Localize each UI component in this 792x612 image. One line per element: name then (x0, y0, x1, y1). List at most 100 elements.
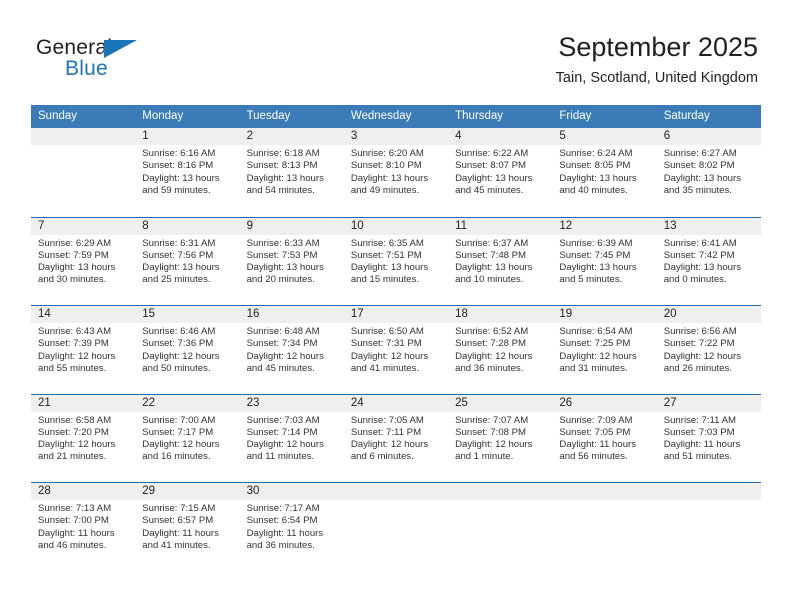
calendar-day-cell[interactable]: 13 Sunrise: 6:41 AM Sunset: 7:42 PM Dayligh… (656, 217, 761, 306)
weekday-header-sunday: Sunday (38, 110, 78, 122)
calendar-day-cell[interactable]: 17 Sunrise: 6:50 AM Sunset: 7:31 PM Dayligh… (343, 306, 449, 394)
calendar-day-cell[interactable]: 18 Sunrise: 6:52 AM Sunset: 7:28 PM Dayligh… (448, 306, 553, 394)
calendar-day-cell[interactable]: 26 Sunrise: 7:09 AM Sunset: 7:05 PM Dayligh… (552, 394, 657, 483)
calendar-day-cell[interactable]: 2 Sunrise: 6:18 AM Sunset: 8:13 PM Daylight… (239, 128, 344, 217)
daylight-text: Daylight: 12 hours and 26 minutes. (663, 350, 742, 374)
general-blue-logo[interactable]: General Blue (36, 36, 256, 86)
sunset-text: Sunset: 7:22 PM (663, 338, 735, 350)
calendar-day-cell[interactable]: 5 Sunrise: 6:24 AM Sunset: 8:05 PM Daylight… (552, 128, 657, 217)
sunset-text: Sunset: 7:39 PM (38, 338, 109, 350)
daylight-text: Daylight: 13 hours and 15 minutes. (350, 262, 429, 286)
daylight-text: Daylight: 12 hours and 16 minutes. (142, 439, 220, 463)
day-details: Sunrise: 6:52 AM Sunset: 7:28 PM Daylight:… (448, 323, 552, 375)
day-details: Sunrise: 7:00 AM Sunset: 7:17 PM Daylight:… (135, 412, 239, 464)
calendar-day-cell[interactable]: 4 Sunrise: 6:22 AM Sunset: 8:07 PM Daylight… (448, 128, 553, 217)
sunrise-text: Sunrise: 7:03 AM (246, 414, 320, 426)
daylight-text: Daylight: 13 hours and 45 minutes. (455, 172, 533, 196)
calendar-day-cell[interactable]: 30 Sunrise: 7:17 AM Sunset: 6:54 PM Dayligh… (239, 483, 344, 571)
calendar-day-cell[interactable]: 16 Sunrise: 6:48 AM Sunset: 7:34 PM Dayligh… (239, 306, 344, 394)
sunset-text: Sunset: 7:00 PM (38, 515, 109, 527)
daylight-text: Daylight: 11 hours and 36 minutes. (246, 527, 324, 551)
calendar-day-cell[interactable]: 28 Sunrise: 7:13 AM Sunset: 7:00 PM Dayligh… (31, 483, 136, 571)
day-details: Sunrise: 7:05 AM Sunset: 7:11 PM Daylight:… (344, 412, 448, 464)
calendar-day-cell[interactable]: 27 Sunrise: 7:11 AM Sunset: 7:03 PM Dayligh… (656, 394, 761, 483)
page-header: General Blue September 2025 Tain, Scotla… (0, 0, 792, 100)
sunset-text: Sunset: 7:20 PM (38, 426, 109, 438)
daylight-text: Daylight: 12 hours and 6 minutes. (350, 439, 429, 463)
calendar-day-cell-empty (656, 483, 761, 571)
calendar-day-cell[interactable]: 14 Sunrise: 6:43 AM Sunset: 7:39 PM Dayligh… (31, 306, 136, 394)
sunrise-text: Sunrise: 6:16 AM (142, 148, 216, 159)
day-details: Sunrise: 6:27 AM Sunset: 8:02 PM Daylight:… (657, 145, 761, 197)
calendar-day-cell[interactable]: 6 Sunrise: 6:27 AM Sunset: 8:02 PM Daylight… (656, 128, 761, 217)
weekday-header-tuesday: Tuesday (246, 110, 291, 122)
day-number: 30 (239, 483, 344, 500)
calendar-day-cell[interactable]: 9 Sunrise: 6:33 AM Sunset: 7:53 PM Daylight… (239, 217, 344, 306)
day-details: Sunrise: 7:03 AM Sunset: 7:14 PM Daylight:… (240, 412, 344, 464)
calendar-day-cell[interactable]: 11 Sunrise: 6:37 AM Sunset: 7:48 PM Dayligh… (448, 217, 553, 306)
calendar-day-cell[interactable]: 24 Sunrise: 7:05 AM Sunset: 7:11 PM Dayligh… (343, 394, 449, 483)
page-title: September 2025 (558, 32, 758, 62)
calendar-day-cell[interactable]: 25 Sunrise: 7:07 AM Sunset: 7:08 PM Dayligh… (448, 394, 553, 483)
day-details: Sunrise: 7:09 AM Sunset: 7:05 PM Daylight:… (552, 412, 656, 464)
day-details: Sunrise: 6:46 AM Sunset: 7:36 PM Daylight:… (135, 323, 239, 375)
daylight-text: Daylight: 12 hours and 41 minutes. (350, 350, 429, 374)
day-number: 17 (343, 306, 449, 323)
day-details: Sunrise: 7:07 AM Sunset: 7:08 PM Daylight:… (448, 412, 552, 464)
calendar-day-cell[interactable]: 8 Sunrise: 6:31 AM Sunset: 7:56 PM Daylight… (135, 217, 240, 306)
calendar-page: General Blue September 2025 Tain, Scotla… (0, 0, 792, 612)
calendar-day-cell[interactable]: 3 Sunrise: 6:20 AM Sunset: 8:10 PM Daylight… (343, 128, 449, 217)
day-details: Sunrise: 6:54 AM Sunset: 7:25 PM Daylight:… (552, 323, 656, 375)
day-number: 1 (135, 128, 240, 145)
calendar-grid: Sunday Monday Tuesday Wednesday Thursday… (31, 105, 761, 571)
day-details: Sunrise: 7:11 AM Sunset: 7:03 PM Daylight:… (657, 412, 761, 464)
day-details: Sunrise: 6:58 AM Sunset: 7:20 PM Daylight:… (31, 412, 135, 464)
sunrise-text: Sunrise: 6:52 AM (455, 326, 529, 337)
day-number (656, 483, 761, 500)
day-details: Sunrise: 7:13 AM Sunset: 7:00 PM Daylight:… (31, 500, 135, 552)
daylight-text: Daylight: 13 hours and 0 minutes. (663, 262, 742, 286)
sunrise-text: Sunrise: 6:39 AM (559, 237, 633, 249)
calendar-day-cell[interactable]: 19 Sunrise: 6:54 AM Sunset: 7:25 PM Dayligh… (552, 306, 657, 394)
calendar-day-cell[interactable]: 12 Sunrise: 6:39 AM Sunset: 7:45 PM Dayligh… (552, 217, 657, 306)
sunset-text: Sunset: 7:36 PM (142, 338, 214, 350)
calendar-day-cell[interactable]: 22 Sunrise: 7:00 AM Sunset: 7:17 PM Dayligh… (135, 394, 240, 483)
sunrise-text: Sunrise: 7:07 AM (455, 414, 529, 426)
calendar-day-cell[interactable]: 15 Sunrise: 6:46 AM Sunset: 7:36 PM Dayligh… (135, 306, 240, 394)
sunset-text: Sunset: 6:54 PM (246, 515, 318, 527)
daylight-text: Daylight: 12 hours and 55 minutes. (38, 350, 116, 374)
calendar-day-cell[interactable]: 7 Sunrise: 6:29 AM Sunset: 7:59 PM Daylight… (31, 217, 136, 306)
sunrise-text: Sunrise: 6:41 AM (663, 237, 737, 249)
location-subtitle: Tain, Scotland, United Kingdom (555, 70, 758, 86)
day-details: Sunrise: 6:24 AM Sunset: 8:05 PM Daylight:… (552, 145, 656, 197)
day-details: Sunrise: 6:31 AM Sunset: 7:56 PM Daylight:… (135, 235, 239, 287)
sunset-text: Sunset: 7:53 PM (246, 249, 318, 261)
calendar-day-cell[interactable]: 20 Sunrise: 6:56 AM Sunset: 7:22 PM Dayligh… (656, 306, 761, 394)
sunset-text: Sunset: 7:59 PM (38, 249, 109, 261)
sunset-text: Sunset: 7:14 PM (246, 426, 318, 438)
calendar-day-cell[interactable]: 10 Sunrise: 6:35 AM Sunset: 7:51 PM Dayligh… (343, 217, 449, 306)
calendar-day-cell[interactable]: 29 Sunrise: 7:15 AM Sunset: 6:57 PM Dayligh… (135, 483, 240, 571)
day-number: 4 (448, 128, 553, 145)
day-number: 29 (135, 483, 240, 500)
day-number: 15 (135, 306, 240, 323)
daylight-text: Daylight: 13 hours and 59 minutes. (142, 172, 220, 196)
calendar-week-row: 28 Sunrise: 7:13 AM Sunset: 7:00 PM Dayligh… (31, 482, 761, 571)
day-number: 5 (552, 128, 657, 145)
day-number: 25 (448, 394, 553, 412)
day-number: 18 (448, 306, 553, 323)
calendar-day-cell[interactable]: 1 Sunrise: 6:16 AM Sunset: 8:16 PM Daylight… (135, 128, 240, 217)
day-number: 14 (31, 306, 136, 323)
calendar-day-cell[interactable]: 21 Sunrise: 6:58 AM Sunset: 7:20 PM Dayligh… (31, 394, 136, 483)
sunset-text: Sunset: 7:05 PM (559, 426, 631, 438)
sunrise-text: Sunrise: 6:48 AM (246, 326, 320, 337)
day-number: 10 (343, 217, 449, 235)
day-number: 6 (656, 128, 761, 145)
daylight-text: Daylight: 12 hours and 11 minutes. (246, 439, 324, 463)
day-number: 28 (31, 483, 136, 500)
day-number (552, 483, 657, 500)
day-number: 13 (656, 217, 761, 235)
calendar-day-cell[interactable]: 23 Sunrise: 7:03 AM Sunset: 7:14 PM Dayligh… (239, 394, 344, 483)
calendar-day-cell-empty (448, 483, 553, 571)
calendar-week-row: 14 Sunrise: 6:43 AM Sunset: 7:39 PM Dayligh… (31, 305, 761, 394)
